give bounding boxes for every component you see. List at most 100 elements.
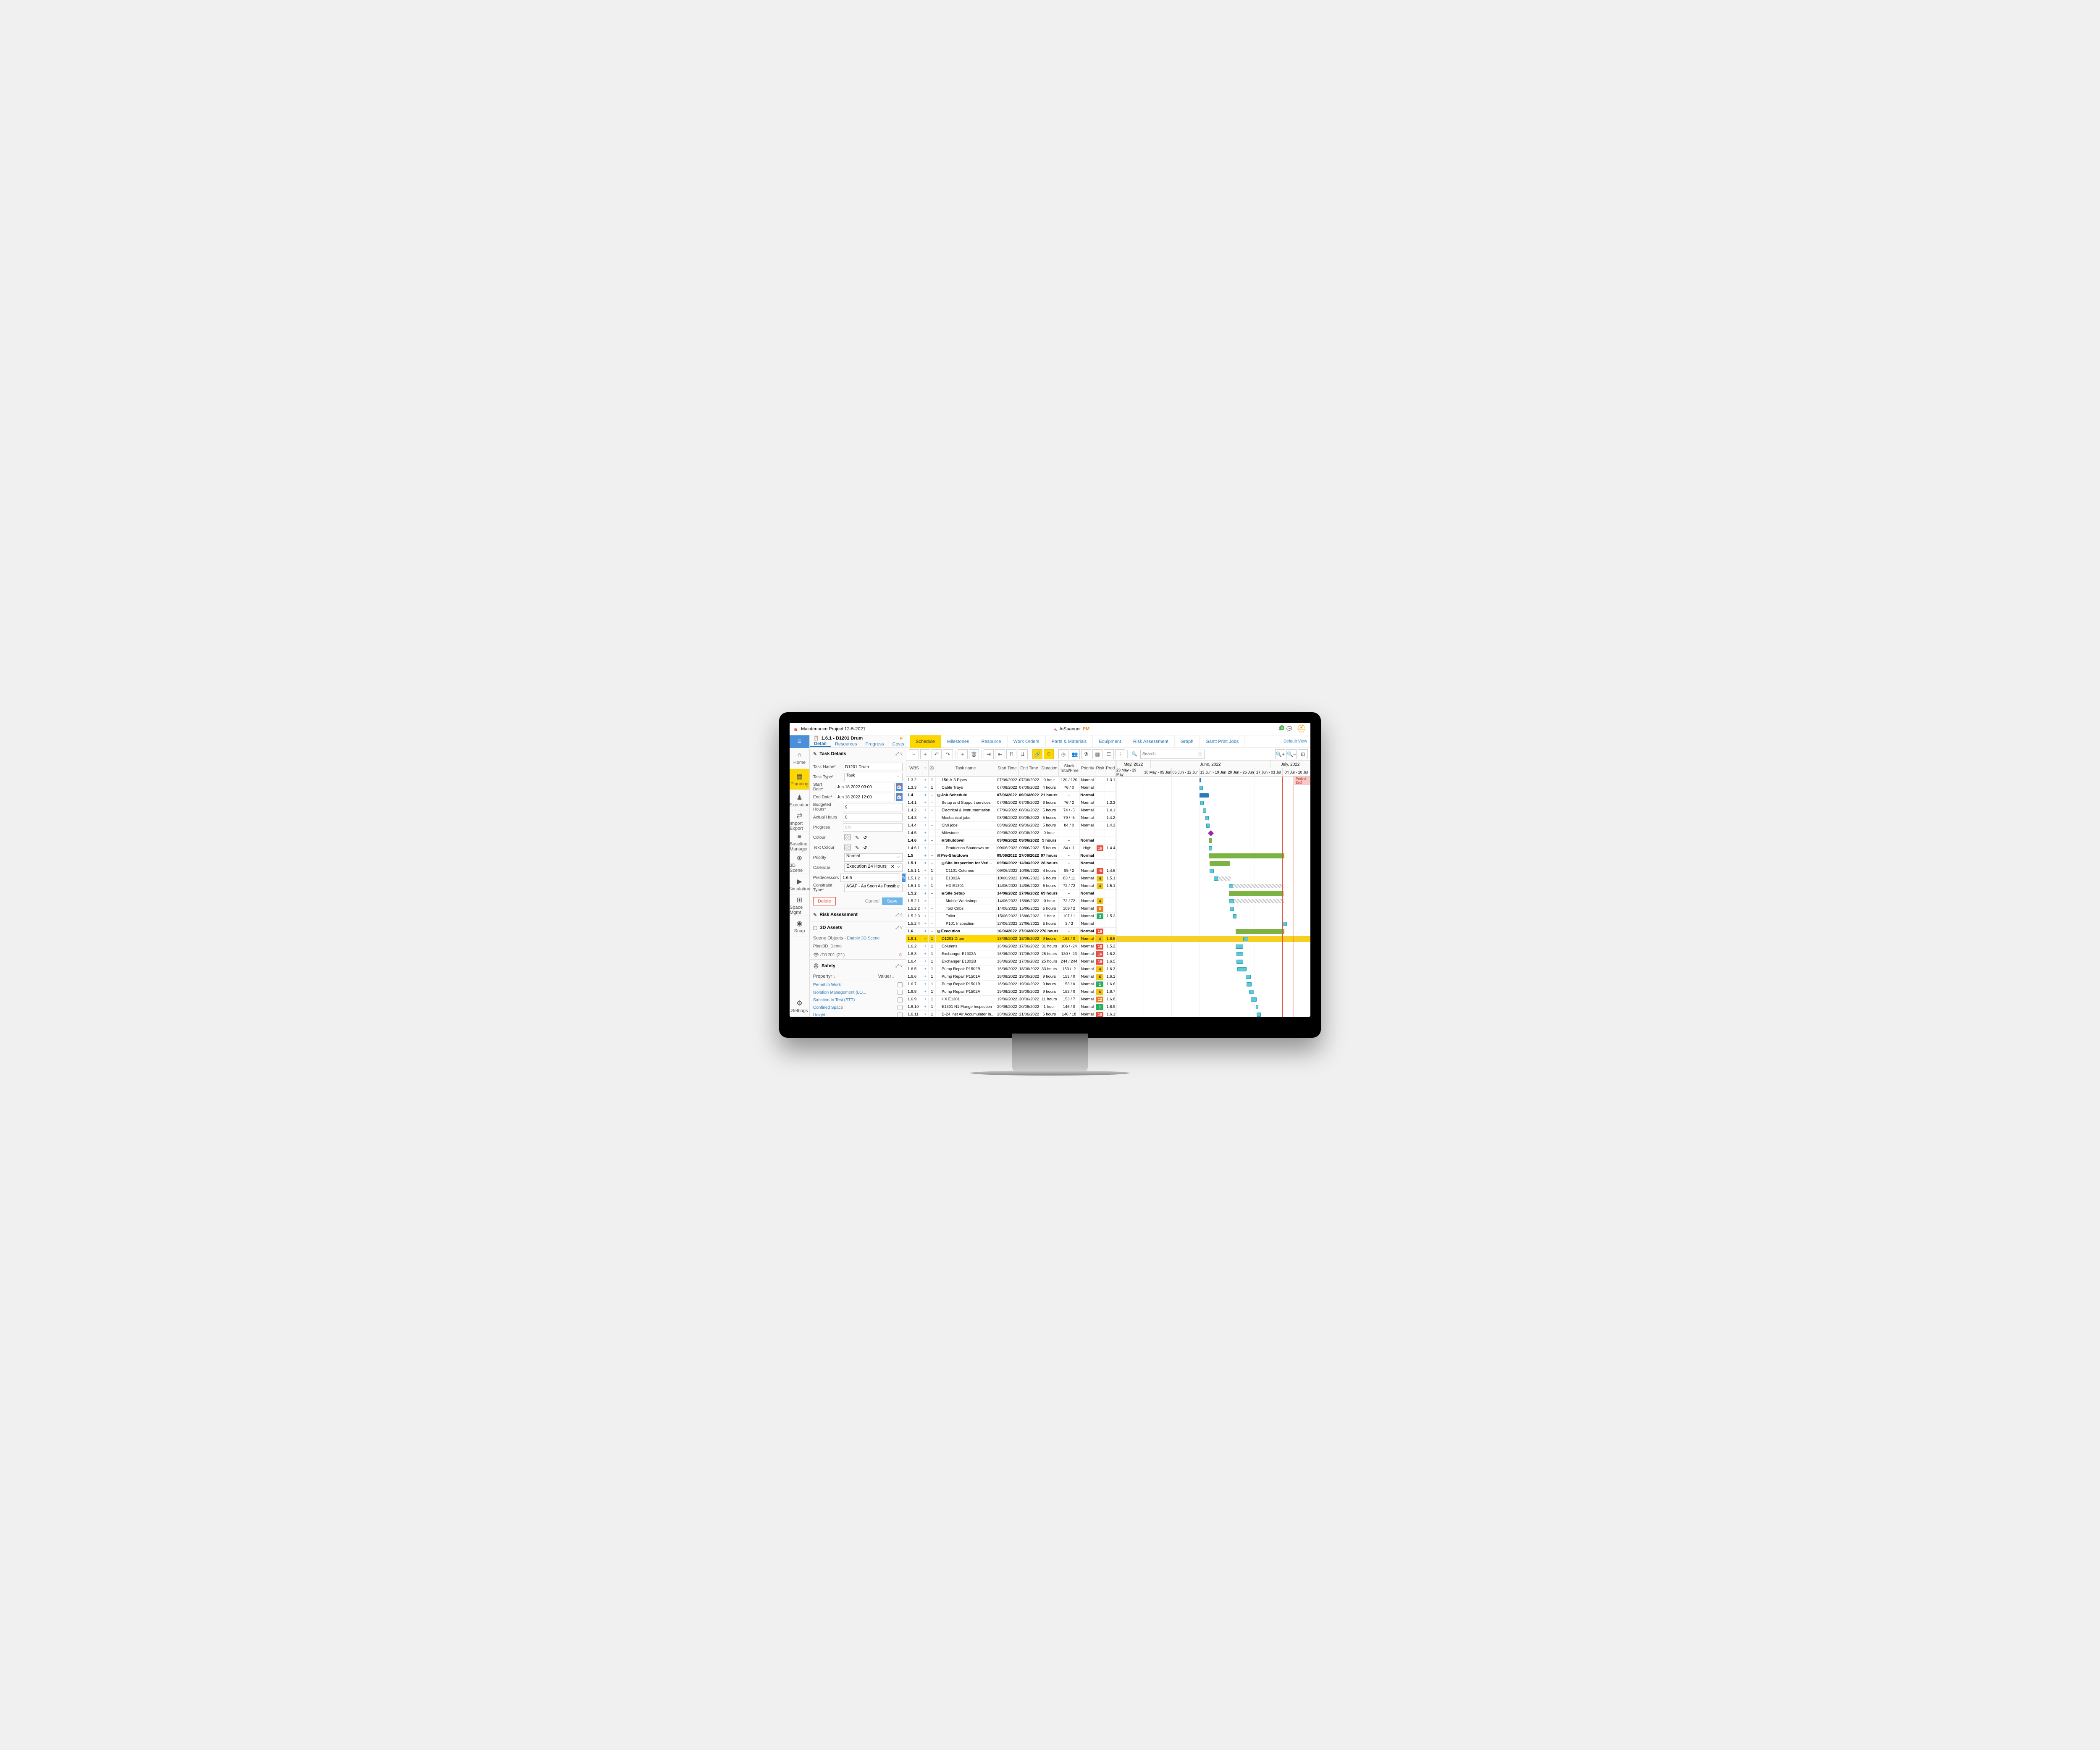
gantt-bar[interactable] bbox=[1229, 891, 1284, 896]
task-row[interactable]: 1.5.2.1+-Mobile Workshop14/06/202215/06/… bbox=[906, 897, 1116, 905]
add-icon[interactable]: + bbox=[922, 1011, 929, 1017]
edit-icon[interactable]: ✎ bbox=[855, 845, 859, 850]
gantt-bar[interactable] bbox=[1249, 990, 1254, 994]
colour-swatch[interactable] bbox=[844, 834, 851, 840]
chat-icon[interactable]: 💬 bbox=[1286, 726, 1292, 732]
add-icon[interactable]: + bbox=[922, 882, 929, 889]
hardhat-icon[interactable]: ⛑ bbox=[1297, 724, 1306, 733]
main-tab-milestones[interactable]: Milestones bbox=[941, 735, 976, 748]
add-icon[interactable]: + bbox=[922, 996, 929, 1003]
task-row[interactable]: 1.6.8+1Pump Repair P1502A19/06/202219/06… bbox=[906, 988, 1116, 996]
gantt-bar[interactable] bbox=[1283, 922, 1287, 926]
add-icon[interactable]: + bbox=[922, 981, 929, 988]
move-down-button[interactable]: ⇊ bbox=[1018, 749, 1028, 759]
search-input[interactable]: ⓧ bbox=[1140, 750, 1205, 759]
expand-icon[interactable]: ⤢ ˅ bbox=[895, 752, 903, 756]
task-row[interactable]: 1.3.3+1Cable Trays07/06/202207/06/20224 … bbox=[906, 784, 1116, 792]
reset-icon[interactable]: ↺ bbox=[863, 845, 867, 850]
add-icon[interactable]: + bbox=[922, 928, 929, 935]
add-icon[interactable]: + bbox=[922, 845, 929, 852]
indent-button[interactable]: ⇥ bbox=[984, 749, 994, 759]
task-row[interactable]: 1.4.6+-⊟Shutdown09/06/202209/06/20225 ho… bbox=[906, 837, 1116, 845]
gantt-bar[interactable] bbox=[1229, 884, 1233, 888]
add-icon[interactable]: + bbox=[922, 807, 929, 814]
gantt-bar[interactable] bbox=[1234, 899, 1284, 903]
resources-button[interactable]: 👥 bbox=[1070, 749, 1080, 759]
gantt-bar[interactable] bbox=[1233, 914, 1236, 918]
add-icon[interactable]: + bbox=[922, 943, 929, 950]
outdent-button[interactable]: ⇤ bbox=[995, 749, 1005, 759]
add-icon[interactable]: + bbox=[922, 935, 929, 942]
cancel-button[interactable]: Cancel bbox=[865, 899, 879, 904]
task-row[interactable]: 1.6.2+1Columns16/06/202217/06/202231 hou… bbox=[906, 943, 1116, 950]
nav-baseline-manager[interactable]: ≡Baseline Manager bbox=[790, 832, 809, 853]
task-row[interactable]: 1.5.2.4+-P101 Inspection27/06/202227/06/… bbox=[906, 920, 1116, 928]
task-row[interactable]: 1.6.7+1Pump Repair P1501B18/06/202219/06… bbox=[906, 981, 1116, 988]
add-icon[interactable]: + bbox=[922, 966, 929, 973]
task-row[interactable]: 1.5+-⊟Pre-Shutdown09/06/202227/06/202297… bbox=[906, 852, 1116, 860]
cloud-sync-icon[interactable]: ☁ bbox=[1278, 726, 1282, 732]
constraint-select[interactable]: ASAP - As Soon As Possible bbox=[844, 884, 903, 892]
risk-header[interactable]: ✎Risk Assessment⤢ ˄ bbox=[810, 908, 906, 921]
task-row[interactable]: 1.5.2.3+-Toilet15/06/202216/06/20221 hou… bbox=[906, 913, 1116, 920]
edit-icon[interactable]: ✎ bbox=[855, 835, 859, 840]
move-up-button[interactable]: ⇈ bbox=[1006, 749, 1016, 759]
zoom-fit-button[interactable]: ⊡ bbox=[1298, 749, 1308, 759]
gantt-bar[interactable] bbox=[1237, 967, 1247, 971]
task-row[interactable]: 1.5.2+-⊟Site Setup14/06/202227/06/202269… bbox=[906, 890, 1116, 897]
add-column-icon[interactable]: + bbox=[922, 761, 929, 776]
main-tab-risk-assessment[interactable]: Risk Assessment bbox=[1127, 735, 1175, 748]
delete-button[interactable]: Delete bbox=[813, 897, 836, 905]
add-icon[interactable]: + bbox=[922, 897, 929, 905]
task-row[interactable]: 1.5.1.3+1HX E130114/06/202214/06/20225 h… bbox=[906, 882, 1116, 890]
default-view-link[interactable]: Default View bbox=[1284, 739, 1307, 744]
task-type-select[interactable]: Task bbox=[844, 773, 903, 781]
gantt-bar[interactable] bbox=[1233, 884, 1284, 888]
task-row[interactable]: 1.5.1.2+1E1302A10/06/202210/06/20226 hou… bbox=[906, 875, 1116, 882]
calendar-icon[interactable]: 📅 bbox=[896, 783, 903, 791]
nav-space-mgmt[interactable]: ⊞Space Mgmt bbox=[790, 895, 809, 916]
edit-predecessors[interactable]: ✎ bbox=[902, 874, 905, 882]
task-row[interactable]: 1.6.3+1Exchanger E1302A16/06/202217/06/2… bbox=[906, 950, 1116, 958]
main-tab-work-orders[interactable]: Work Orders bbox=[1008, 735, 1046, 748]
gantt-bar[interactable] bbox=[1200, 786, 1203, 790]
gantt-bar[interactable] bbox=[1214, 876, 1218, 881]
add-icon[interactable]: + bbox=[922, 837, 929, 844]
sort-icon[interactable]: ↑↓ bbox=[890, 974, 894, 979]
gantt-bar[interactable] bbox=[1236, 929, 1284, 934]
nav-snap[interactable]: ◉Snap bbox=[790, 916, 809, 937]
main-tab-equipment[interactable]: Equipment bbox=[1093, 735, 1127, 748]
main-tab-parts---materials[interactable]: Parts & Materials bbox=[1046, 735, 1093, 748]
task-row[interactable]: 1.4.3+-Mechanical jobs08/06/202209/06/20… bbox=[906, 814, 1116, 822]
sort-icon[interactable]: ↑↓ bbox=[831, 974, 835, 979]
add-icon[interactable]: + bbox=[922, 784, 929, 791]
gantt-bar[interactable] bbox=[1203, 808, 1206, 813]
hamburger-menu[interactable]: ≡ bbox=[790, 735, 809, 748]
add-icon[interactable]: + bbox=[922, 852, 929, 859]
checkbox[interactable] bbox=[898, 1013, 903, 1017]
zoom-out-button[interactable]: 🔍− bbox=[1286, 749, 1297, 759]
priority-select[interactable]: Normal bbox=[844, 853, 903, 862]
task-name-input[interactable] bbox=[843, 763, 903, 771]
checkbox[interactable] bbox=[898, 990, 903, 995]
gantt-bar[interactable] bbox=[1243, 937, 1248, 941]
gantt-bar[interactable] bbox=[1236, 952, 1243, 956]
gantt-bar[interactable] bbox=[1209, 846, 1212, 850]
text-colour-swatch[interactable] bbox=[844, 845, 851, 850]
main-tab-schedule[interactable]: Schedule bbox=[910, 735, 941, 748]
redo-button[interactable]: ↷ bbox=[943, 749, 953, 759]
task-row[interactable]: 1.6.11+1D-24 Inst Air Accumulator In...2… bbox=[906, 1011, 1116, 1017]
checkbox[interactable] bbox=[898, 982, 903, 987]
gantt-bar[interactable] bbox=[1251, 997, 1257, 1002]
nav-settings[interactable]: ⚙ Settings bbox=[790, 996, 809, 1017]
add-icon[interactable]: + bbox=[922, 920, 929, 927]
end-date-input[interactable] bbox=[835, 793, 895, 801]
add-icon[interactable]: + bbox=[922, 777, 929, 784]
task-row[interactable]: 1.6.1+1D1201 Drum18/06/202218/06/20229 h… bbox=[906, 935, 1116, 943]
expand-icon[interactable]: ⤢ ˄ bbox=[895, 913, 903, 917]
add-icon[interactable]: + bbox=[922, 799, 929, 806]
save-button[interactable]: Save bbox=[882, 897, 903, 905]
gantt-bar[interactable] bbox=[1209, 838, 1212, 843]
baseline-button[interactable]: ◷ bbox=[1058, 749, 1068, 759]
task-row[interactable]: 1.4.2+-Electrical & Instrumentation ...0… bbox=[906, 807, 1116, 814]
